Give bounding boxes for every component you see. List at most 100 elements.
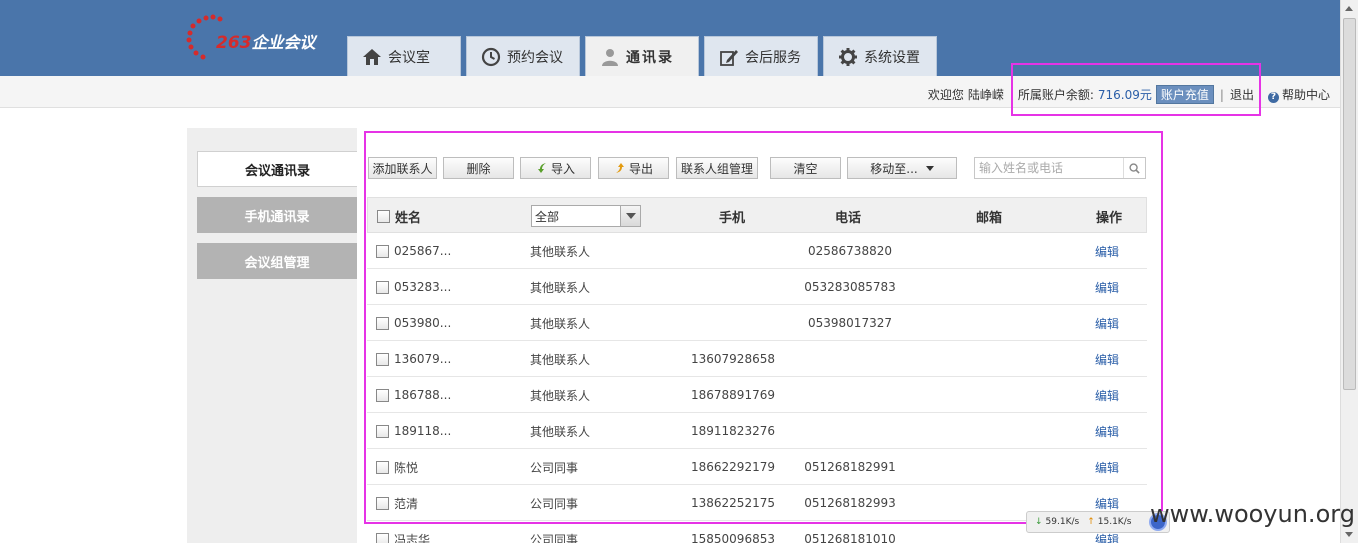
user-info: 欢迎您 陆峥嵘 所属账户余额: 716.09元 账户充值 | 退出 ? 帮助中心 (928, 85, 1330, 104)
row-checkbox[interactable] (376, 496, 389, 510)
row-name-cell: 053980... (376, 305, 451, 341)
network-speed-widget[interactable]: ↓ 59.1K/s ↑ 15.1K/s (1026, 511, 1170, 533)
row-phone: 051268181010 (804, 532, 896, 543)
row-checkbox[interactable] (376, 532, 389, 543)
row-name: 陈悦 (394, 460, 419, 475)
export-label: 导出 (628, 161, 653, 176)
edit-link[interactable]: 编辑 (1095, 269, 1119, 305)
search-icon (1129, 162, 1140, 174)
edit-link[interactable]: 编辑 (1095, 413, 1119, 449)
move-to-label: 移动至... (870, 161, 918, 176)
export-button[interactable]: 导出 (598, 157, 669, 179)
delete-button[interactable]: 删除 (443, 157, 514, 179)
tab-post-meeting[interactable]: 会后服务 (704, 36, 818, 76)
tab-schedule-meeting[interactable]: 预约会议 (466, 36, 580, 76)
row-checkbox[interactable] (376, 424, 389, 438)
clear-button[interactable]: 清空 (770, 157, 841, 179)
header-mobile: 手机 (719, 210, 746, 226)
row-name: 冯志华 (394, 532, 431, 543)
row-name-cell: 136079... (376, 341, 451, 377)
row-phone: 051268182991 (804, 460, 896, 474)
row-name: 189118... (394, 424, 452, 438)
table-header: 姓名 全部 手机 电话 邮箱 操作 (367, 197, 1147, 233)
dropdown-arrow (620, 206, 640, 226)
brand-logo[interactable]: 263企业会议 (186, 14, 326, 60)
username: 陆峥嵘 (967, 88, 1004, 102)
scrollbar-thumb[interactable] (1343, 18, 1356, 390)
row-group: 公司同事 (530, 460, 579, 475)
user-bar: 欢迎您 陆峥嵘 所属账户余额: 716.09元 账户充值 | 退出 ? 帮助中心 (0, 76, 1340, 108)
watermark: www.wooyun.org (1150, 500, 1355, 528)
tab-contacts[interactable]: 通讯录 (585, 36, 699, 77)
move-to-dropdown[interactable]: 移动至... (847, 157, 957, 179)
row-checkbox[interactable] (376, 316, 389, 330)
welcome-text: 欢迎您 (927, 88, 964, 102)
sidebar-item-mobile-contacts[interactable]: 手机通讯录 (197, 197, 357, 233)
row-mobile: 18662292179 (691, 460, 775, 474)
logout-link[interactable]: 退出 (1230, 86, 1254, 103)
row-name-cell: 范清 (376, 485, 418, 521)
group-filter-value: 全部 (535, 209, 560, 224)
row-name-cell: 189118... (376, 413, 451, 449)
row-name-cell: 186788... (376, 377, 451, 413)
scroll-up-icon[interactable] (1345, 6, 1353, 11)
tab-system-settings[interactable]: 系统设置 (823, 36, 937, 76)
user-icon (602, 49, 618, 66)
row-group: 其他联系人 (530, 388, 591, 403)
edit-link[interactable]: 编辑 (1095, 305, 1119, 341)
page-scrollbar[interactable] (1340, 0, 1358, 543)
delete-label: 删除 (466, 161, 491, 176)
add-contact-label: 添加联系人 (372, 161, 433, 176)
contacts-table: 姓名 全部 手机 电话 邮箱 操作 025867... 其他联系人 02586738… (367, 197, 1147, 543)
row-name: 053283... (394, 280, 452, 294)
row-phone: 02586738820 (808, 244, 892, 258)
add-contact-button[interactable]: 添加联系人 (368, 157, 437, 179)
group-filter-select[interactable]: 全部 (531, 205, 641, 227)
sidebar-item-group-manage[interactable]: 会议组管理 (197, 243, 357, 279)
row-checkbox[interactable] (376, 460, 389, 474)
brand-logo-text: 263企业会议 (216, 29, 316, 53)
divider: | (1219, 87, 1224, 102)
group-manage-button[interactable]: 联系人组管理 (676, 157, 758, 179)
row-group: 其他联系人 (530, 316, 591, 331)
row-checkbox[interactable] (376, 244, 389, 258)
edit-link[interactable]: 编辑 (1095, 233, 1119, 269)
sidebar-item-meeting-contacts[interactable]: 会议通讯录 (197, 151, 357, 187)
help-link[interactable]: ? 帮助中心 (1267, 86, 1330, 103)
search-button[interactable] (1123, 158, 1145, 178)
tab-meeting-room[interactable]: 会议室 (347, 36, 461, 76)
top-header: 263企业会议 会议室 预约会议 通讯录 会后服务 系统设置 (0, 0, 1340, 77)
tab-label: 预约会议 (507, 49, 563, 66)
row-name: 053980... (394, 316, 452, 330)
search-box (974, 157, 1146, 179)
edit-link[interactable]: 编辑 (1095, 449, 1119, 485)
sidebar-panel (187, 128, 357, 543)
row-checkbox[interactable] (376, 280, 389, 294)
table-row: 189118... 其他联系人 18911823276 编辑 (367, 413, 1147, 449)
row-name-cell: 冯志华 (376, 521, 430, 543)
balance-value: 716.09元 (1097, 88, 1152, 102)
header-phone: 电话 (835, 210, 862, 226)
row-checkbox[interactable] (376, 388, 389, 402)
row-mobile: 13862252175 (691, 496, 775, 510)
chevron-down-icon (625, 213, 636, 219)
help-link-label: 帮助中心 (1281, 88, 1330, 102)
row-checkbox[interactable] (376, 352, 389, 366)
download-speed: 59.1K/s (1045, 517, 1080, 527)
sidebar-item-label: 手机通讯录 (244, 209, 310, 225)
row-mobile: 18678891769 (691, 388, 775, 402)
row-phone (805, 377, 895, 413)
scroll-down-icon[interactable] (1345, 532, 1353, 537)
row-name-cell: 025867... (376, 233, 451, 269)
row-phone (805, 413, 895, 449)
search-input[interactable] (975, 158, 1123, 178)
recharge-button[interactable]: 账户充值 (1155, 85, 1214, 104)
import-button[interactable]: 导入 (520, 157, 591, 179)
row-phone: 051268182993 (804, 496, 896, 510)
tab-label: 会议室 (388, 49, 430, 66)
select-all-checkbox[interactable] (377, 209, 390, 223)
row-phone: 053283085783 (804, 280, 896, 294)
edit-link[interactable]: 编辑 (1095, 377, 1119, 413)
edit-link[interactable]: 编辑 (1095, 341, 1119, 377)
tab-label: 通讯录 (626, 50, 674, 66)
